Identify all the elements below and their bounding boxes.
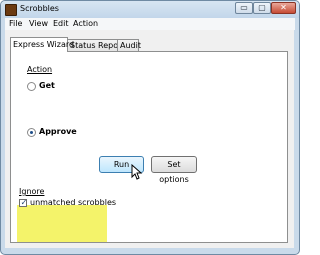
set-options-button[interactable]: Set options: [151, 156, 197, 184]
ignore-highlight: [17, 205, 107, 242]
menu-bar: File View Edit Action: [5, 18, 295, 30]
radio-approve-dot: [30, 131, 33, 134]
app-icon: [5, 4, 17, 16]
close-icon: ✕: [280, 3, 287, 12]
menu-action[interactable]: Action: [73, 19, 98, 28]
client-area: Express Wizard Status Report Audit Actio…: [5, 30, 294, 248]
menu-edit[interactable]: Edit: [53, 19, 69, 28]
mouse-cursor-icon: [131, 164, 143, 180]
title-bar[interactable]: Scrobbles ▭ ▢ ✕: [1, 1, 299, 18]
tab-express-wizard[interactable]: Express Wizard: [10, 37, 74, 52]
radio-get-label[interactable]: Get: [39, 81, 55, 90]
checkmark-icon: ✓: [20, 198, 28, 207]
unmatched-scrobbles-label[interactable]: unmatched scrobbles: [30, 198, 116, 207]
menu-file[interactable]: File: [9, 19, 22, 28]
tab-status-report[interactable]: Status Report: [67, 39, 125, 51]
minimize-button[interactable]: ▭: [235, 2, 253, 14]
radio-get[interactable]: [27, 82, 36, 91]
action-group-label: Action: [27, 65, 53, 74]
app-window: Scrobbles ▭ ▢ ✕ File View Edit Action Ex…: [0, 0, 300, 255]
close-button[interactable]: ✕: [271, 2, 296, 14]
radio-approve[interactable]: [27, 128, 36, 137]
maximize-button[interactable]: ▢: [253, 2, 271, 14]
menu-view[interactable]: View: [29, 19, 48, 28]
tab-audit[interactable]: Audit: [117, 39, 141, 51]
radio-approve-label[interactable]: Approve: [39, 127, 77, 136]
minimize-icon: ▭: [240, 3, 248, 12]
window-title: Scrobbles: [20, 4, 59, 13]
ignore-group-label: Ignore: [19, 187, 45, 196]
unmatched-scrobbles-checkbox[interactable]: ✓: [19, 198, 28, 207]
maximize-icon: ▢: [258, 3, 266, 12]
